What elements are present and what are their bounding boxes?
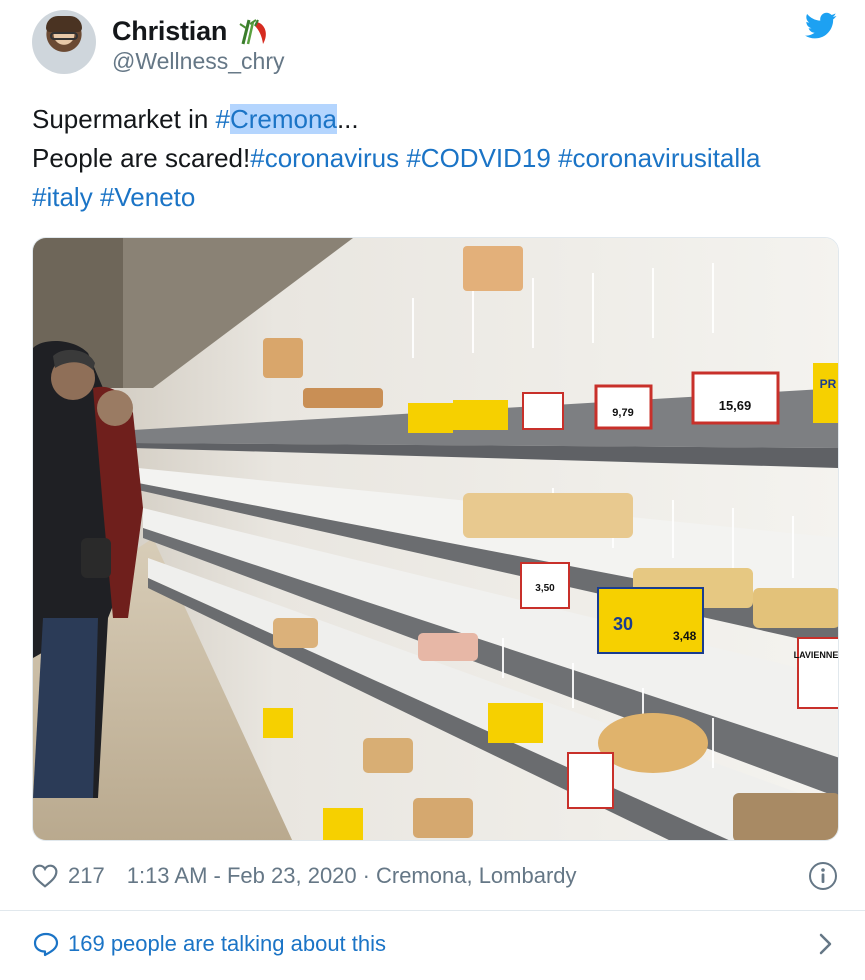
tweet-photo[interactable]: 15,69 9,79 PR 30 3,48 3,50 LAVIENNES: [32, 237, 839, 841]
brand-tag-text: PR: [820, 377, 837, 391]
price-tag-text: 15,69: [719, 398, 752, 413]
tweet-text-segment: Supermarket in: [32, 104, 216, 134]
tweet-line-3: #italy #Veneto: [32, 178, 842, 217]
author-name-row: Christian: [112, 14, 271, 48]
tweet-location[interactable]: Cremona, Lombardy: [376, 863, 577, 889]
tweet-timestamp[interactable]: 1:13 AM - Feb 23, 2020: [127, 863, 357, 889]
twitter-bird-icon[interactable]: [805, 12, 837, 40]
price-tag-text: 3,48: [673, 629, 697, 643]
tweet-text-ellipsis: ...: [336, 104, 359, 134]
author-handle[interactable]: @Wellness_chry: [112, 48, 284, 75]
author-display-name[interactable]: Christian: [112, 16, 227, 47]
speech-bubble-icon: [33, 932, 59, 957]
conversation-text[interactable]: 169 people are talking about this: [68, 931, 386, 957]
promo-tag-text: 30: [613, 614, 633, 634]
conversation-link[interactable]: 169 people are talking about this: [32, 926, 842, 962]
supermarket-shelves-image: 15,69 9,79 PR 30 3,48 3,50 LAVIENNES: [33, 238, 839, 840]
bamboo-chili-pepper-icon: [239, 19, 267, 45]
hashtag-cremona[interactable]: #Cremona: [216, 104, 337, 134]
hashtag-link[interactable]: #italy: [32, 182, 93, 212]
hashtag-link[interactable]: #coronavirusitalla: [558, 143, 760, 173]
price-tag-text: 3,50: [535, 583, 555, 594]
tweet-card: Christian @Wellness_chry Supermarket in …: [0, 0, 865, 980]
tweet-line-1: Supermarket in #Cremona...: [32, 100, 842, 139]
price-tag-text: 9,79: [612, 407, 633, 419]
heart-icon[interactable]: [32, 864, 58, 888]
hashtag-link[interactable]: #CODVID19: [406, 143, 551, 173]
like-count[interactable]: 217: [68, 863, 105, 889]
brand-tag-text: LAVIENNES: [794, 650, 839, 660]
tweet-meta-row: 217 1:13 AM - Feb 23, 2020 · Cremona, Lo…: [32, 858, 842, 894]
hashtag-link[interactable]: #Veneto: [100, 182, 195, 212]
meta-separator: ·: [362, 863, 370, 888]
avatar[interactable]: [32, 10, 96, 74]
chevron-right-icon[interactable]: [818, 932, 834, 956]
info-icon[interactable]: [808, 861, 838, 891]
tweet-text: Supermarket in #Cremona... People are sc…: [32, 100, 842, 217]
hashtag-link[interactable]: #coronavirus: [250, 143, 399, 173]
divider: [0, 910, 865, 911]
tweet-line-2: People are scared!#coronavirus #CODVID19…: [32, 139, 842, 178]
tweet-text-segment: People are scared!: [32, 143, 251, 173]
